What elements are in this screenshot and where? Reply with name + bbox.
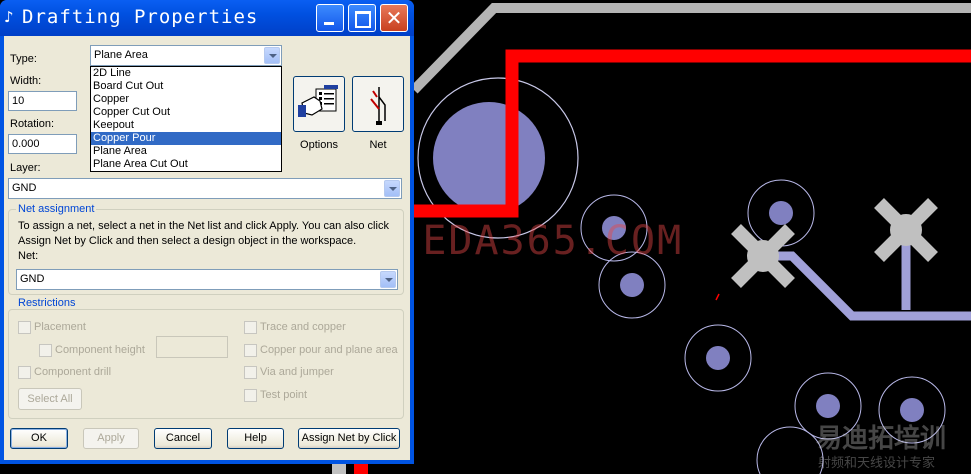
type-value: Plane Area (94, 49, 148, 61)
net-assignment-info: To assign a net, select a net in the Net… (18, 219, 400, 249)
options-icon (298, 85, 338, 117)
help-button[interactable]: Help (227, 428, 284, 449)
assign-net-by-click-button[interactable]: Assign Net by Click (298, 428, 400, 449)
chevron-down-icon[interactable] (264, 47, 280, 64)
via (816, 394, 840, 418)
logo-watermark-subtext: 射频和天线设计专家 (818, 456, 936, 471)
width-input[interactable]: 10 (8, 91, 77, 111)
ok-button[interactable]: OK (10, 428, 68, 449)
via (706, 346, 730, 370)
net-assignment-info-line: To assign a net, select a net in the Net… (18, 220, 389, 232)
rotation-input[interactable]: 0.000 (8, 134, 77, 154)
layer-label: Layer: (10, 162, 41, 174)
rotation-label: Rotation: (10, 118, 55, 130)
via (620, 273, 644, 297)
via (769, 201, 793, 225)
component-height-input[interactable] (156, 336, 228, 358)
layer-select[interactable]: GND (8, 178, 402, 199)
net-icon (370, 87, 386, 125)
restrictions-title: Restrictions (16, 297, 78, 309)
window-title: Drafting Properties (22, 6, 259, 28)
type-option[interactable]: Plane Area Cut Out (91, 158, 281, 171)
placement-label: Placement (34, 321, 86, 333)
net-assignment-title: Net assignment (16, 203, 97, 215)
type-option-highlighted[interactable]: Copper Pour (91, 132, 281, 145)
copper-pour-and-plane-area-checkbox[interactable] (244, 344, 257, 357)
net-assignment-info-line: Assign Net by Click and then select a de… (18, 235, 357, 247)
select-all-button[interactable]: Select All (18, 388, 82, 410)
large-pad (433, 102, 545, 214)
maximize-button[interactable] (348, 4, 376, 32)
test-point-checkbox[interactable] (244, 389, 257, 402)
net-label: Net (369, 139, 387, 151)
trace-and-copper-label: Trace and copper (260, 321, 346, 333)
width-label: Width: (10, 75, 42, 87)
chevron-down-icon[interactable] (384, 180, 400, 197)
net-value: GND (20, 273, 45, 285)
component-height-checkbox[interactable] (39, 344, 52, 357)
net-button[interactable] (352, 76, 404, 132)
type-option[interactable]: Keepout (91, 119, 281, 132)
apply-button[interactable]: Apply (83, 428, 139, 449)
title-bar[interactable]: ♪ Drafting Properties ✕ (0, 0, 414, 36)
options-button[interactable] (293, 76, 345, 132)
copper-pour-and-plane-area-label: Copper pour and plane area (260, 344, 398, 356)
component-drill-label: Component drill (34, 366, 112, 378)
dialog-body: Type: Plane Area 2D Line Board Cut Out C… (4, 36, 410, 460)
via-and-jumper-checkbox[interactable] (244, 366, 257, 379)
type-label: Type: (10, 53, 37, 65)
component-drill-checkbox[interactable] (18, 366, 31, 379)
type-option[interactable]: Plane Area (91, 145, 281, 158)
close-icon: ✕ (385, 6, 403, 30)
type-option[interactable]: Copper Cut Out (91, 106, 281, 119)
app-icon: ♪ (4, 8, 14, 26)
net-label-text: Net: (18, 250, 39, 262)
close-button[interactable]: ✕ (380, 4, 408, 32)
cancel-button[interactable]: Cancel (154, 428, 212, 449)
type-select[interactable]: Plane Area (90, 45, 282, 66)
test-point-label: Test point (260, 389, 308, 401)
net-select[interactable]: GND (16, 269, 398, 290)
trace-and-copper-checkbox[interactable] (244, 321, 257, 334)
options-label: Options (300, 139, 338, 151)
type-option[interactable]: Board Cut Out (91, 80, 281, 93)
chevron-down-icon[interactable] (380, 271, 396, 288)
minimize-button[interactable] (316, 4, 344, 32)
type-option[interactable]: Copper (91, 93, 281, 106)
layer-value: GND (12, 182, 37, 194)
via-and-jumper-label: Via and jumper (260, 366, 334, 378)
drafting-properties-dialog: ♪ Drafting Properties ✕ Type: Plane Area… (0, 0, 414, 464)
logo-watermark: 易迪拓培训 (816, 424, 947, 454)
type-option[interactable]: 2D Line (91, 67, 281, 80)
type-dropdown-list[interactable]: 2D Line Board Cut Out Copper Copper Cut … (90, 66, 282, 172)
placement-checkbox[interactable] (18, 321, 31, 334)
component-height-label: Component height (55, 344, 145, 356)
